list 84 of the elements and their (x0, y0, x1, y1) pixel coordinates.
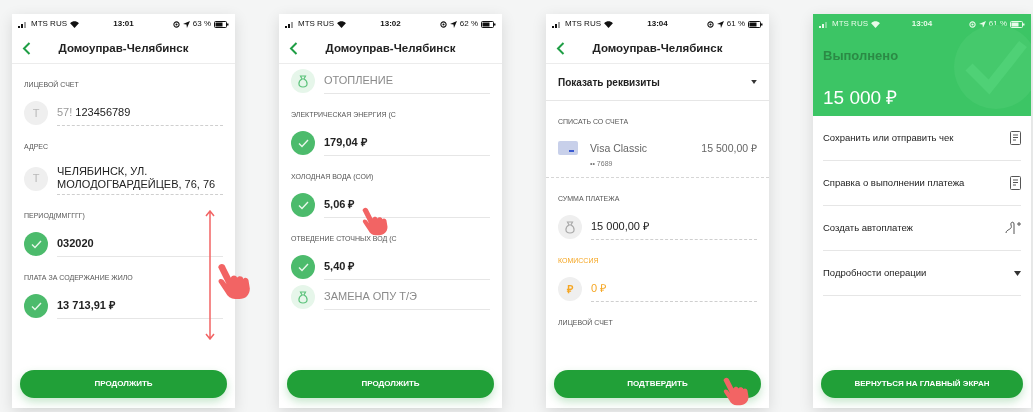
battery-percent: 61 % (726, 18, 745, 30)
money-bag-icon (297, 290, 309, 304)
caret-icon (751, 80, 757, 84)
status-time: 13:04 (647, 18, 668, 30)
input-field[interactable]: 179,04 ₽ (324, 130, 490, 156)
menu-label: Справка о выполнении платежа (823, 175, 965, 190)
carrier-name: MTS RUS (31, 18, 67, 30)
input-field[interactable]: 5,40 ₽ (324, 254, 490, 280)
back-icon[interactable] (556, 42, 565, 55)
menu-label: Сохранить или отправить чек (823, 130, 954, 145)
field-value: 032020 (57, 237, 94, 250)
document-icon (1010, 131, 1021, 145)
location-arrow-icon (449, 20, 457, 28)
input-field[interactable]: 15 000,00 ₽ (591, 214, 757, 241)
value-prefix: 57! (57, 106, 73, 119)
input-field[interactable]: ЗАМЕНА ОПУ Т/Э (324, 284, 490, 310)
location-arrow-icon (978, 20, 986, 28)
card-name: Visa Classic (590, 141, 647, 156)
battery-percent: 61 % (988, 18, 1007, 30)
menu-item[interactable]: Подробности операции (823, 251, 1021, 296)
rotation-lock-icon (439, 20, 447, 28)
carrier-name: MTS RUS (298, 18, 334, 30)
payment-amount: 15 000 ₽ (823, 85, 899, 110)
wifi-icon (70, 20, 79, 28)
rotation-lock-icon (968, 20, 976, 28)
field-value: 13 713,91 ₽ (57, 299, 115, 312)
status-time: 13:02 (380, 18, 401, 30)
letter-badge: ₽ (558, 277, 582, 302)
curve-plus-icon (1005, 221, 1021, 235)
field-value: 179,04 ₽ (324, 136, 367, 149)
battery-icon (748, 20, 763, 28)
menu-label: Подробности операции (823, 265, 927, 280)
signal-icon (819, 20, 829, 28)
status-time: 13:04 (911, 18, 933, 30)
location-arrow-icon (182, 20, 190, 28)
back-icon[interactable] (22, 42, 31, 55)
input-field[interactable]: 57! 123456789 (57, 100, 223, 126)
status-time: 13:01 (113, 18, 134, 30)
wifi-icon (337, 20, 346, 28)
field-placeholder: ОТОПЛЕНИЕ (324, 74, 393, 87)
input-field[interactable]: 032020 (57, 231, 223, 257)
card-balance: 15 500,00 ₽ (701, 141, 757, 156)
money-bag-icon (297, 74, 309, 88)
field-value: 0 ₽ (591, 282, 607, 296)
dropdown[interactable]: Показать реквизиты (546, 64, 769, 101)
battery-percent: 62 % (459, 18, 478, 30)
rotation-lock-icon (706, 20, 714, 28)
double-arrow-icon (205, 210, 215, 340)
caret-icon[interactable] (1014, 270, 1021, 276)
field-value: ЧЕЛЯБИНСК, УЛ. МОЛОДОГВАРДЕЙЦЕВ, 76, 76 (57, 165, 217, 191)
battery-icon (214, 20, 229, 28)
signal-icon (285, 20, 295, 28)
field-value: 5,06 ₽ (324, 198, 355, 211)
pointing-hand-icon (215, 262, 253, 300)
field-value: 5,40 ₽ (324, 260, 355, 273)
menu-item[interactable]: Справка о выполнении платежа (823, 161, 1021, 206)
field-placeholder: ЗАМЕНА ОПУ Т/Э (324, 290, 417, 303)
battery-icon (1010, 20, 1025, 28)
wifi-icon (871, 20, 880, 28)
field-value: 15 000,00 ₽ (591, 220, 649, 234)
screen-title: Домоуправ-Челябинск (57, 40, 190, 56)
screen-title: Домоуправ-Челябинск (324, 40, 457, 56)
battery-percent: 63 % (192, 18, 211, 30)
carrier-name: MTS RUS (565, 18, 601, 30)
wifi-icon (604, 20, 613, 28)
signal-icon (552, 20, 562, 28)
document-icon (1010, 176, 1021, 190)
menu-item[interactable]: Сохранить или отправить чек (823, 116, 1021, 161)
screen-title: Домоуправ-Челябинск (591, 40, 724, 56)
location-arrow-icon (716, 20, 724, 28)
menu-item[interactable]: Создать автоплатеж (823, 206, 1021, 251)
field-value: 123456789 (75, 106, 131, 119)
input-field[interactable]: ОТОПЛЕНИЕ (324, 68, 490, 94)
signal-icon (18, 20, 28, 28)
menu-label: Создать автоплатеж (823, 220, 913, 235)
rotation-lock-icon (172, 20, 180, 28)
carrier-name: MTS RUS (832, 18, 868, 30)
status-title: Выполнено (823, 47, 900, 65)
bank-card-icon (558, 141, 578, 155)
battery-icon (481, 20, 496, 28)
input-field[interactable]: 13 713,91 ₽ (57, 293, 223, 319)
back-icon[interactable] (289, 42, 298, 55)
input-field[interactable]: ЧЕЛЯБИНСК, УЛ. МОЛОДОГВАРДЕЙЦЕВ, 76, 76 (57, 162, 223, 195)
money-bag-icon (564, 220, 576, 234)
